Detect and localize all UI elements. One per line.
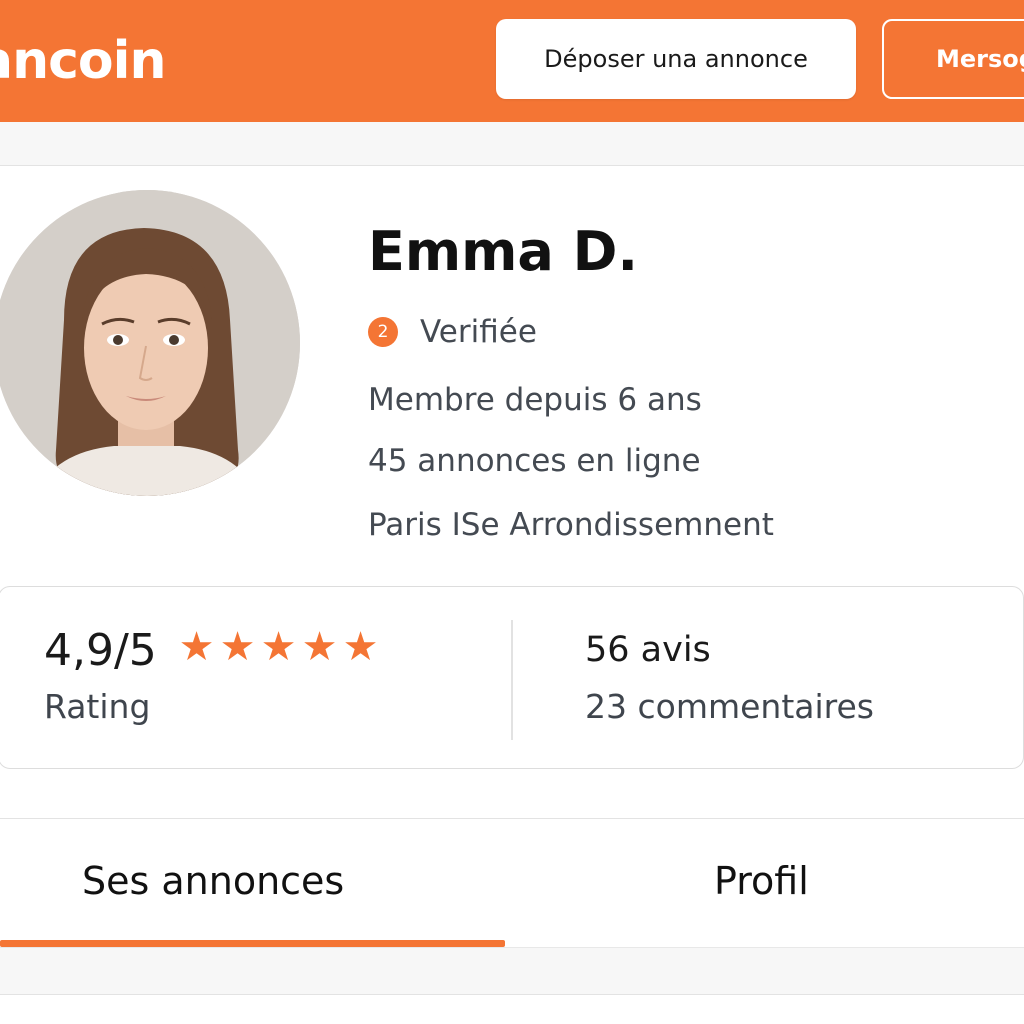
profile-name: Emma D.: [368, 220, 638, 283]
post-listing-button[interactable]: Déposer una annonce: [496, 19, 856, 99]
tab-listings[interactable]: Ses annonces: [82, 852, 344, 910]
top-header: ancoin Déposer una annonce Mersog: [0, 0, 1024, 122]
listings-count: 45 annonces en ligne: [368, 443, 701, 479]
verified-status: 2 Verifiée: [368, 312, 537, 352]
avatar[interactable]: [0, 190, 300, 496]
verified-badge-icon: 2: [368, 317, 398, 347]
member-since: Membre depuis 6 ans: [368, 382, 702, 418]
comments-count[interactable]: 23 commentaires: [585, 686, 874, 728]
avatar-photo-icon: [0, 190, 300, 496]
location: Paris ISe Arrondissemnent: [368, 507, 774, 543]
star-icon: ★: [301, 624, 338, 670]
rating-stars: ★ ★ ★ ★ ★: [176, 624, 381, 670]
active-tab-indicator: [0, 940, 505, 947]
header-subband: [0, 122, 1024, 166]
stats-divider: [511, 620, 513, 740]
messages-button[interactable]: Mersog: [882, 19, 1024, 99]
star-icon: ★: [260, 624, 297, 670]
verified-label: Verifiée: [420, 314, 537, 350]
rating-label: Rating: [44, 687, 151, 726]
star-icon: ★: [342, 624, 379, 670]
tab-profile[interactable]: Profil: [714, 852, 809, 910]
star-icon: ★: [219, 624, 256, 670]
rating-value: 4,9/5: [44, 625, 157, 676]
star-icon: ★: [178, 624, 215, 670]
content-band: [0, 947, 1024, 995]
tabs-divider: [0, 818, 1024, 819]
reviews-count[interactable]: 56 avis: [585, 628, 711, 672]
site-logo[interactable]: ancoin: [0, 26, 167, 96]
